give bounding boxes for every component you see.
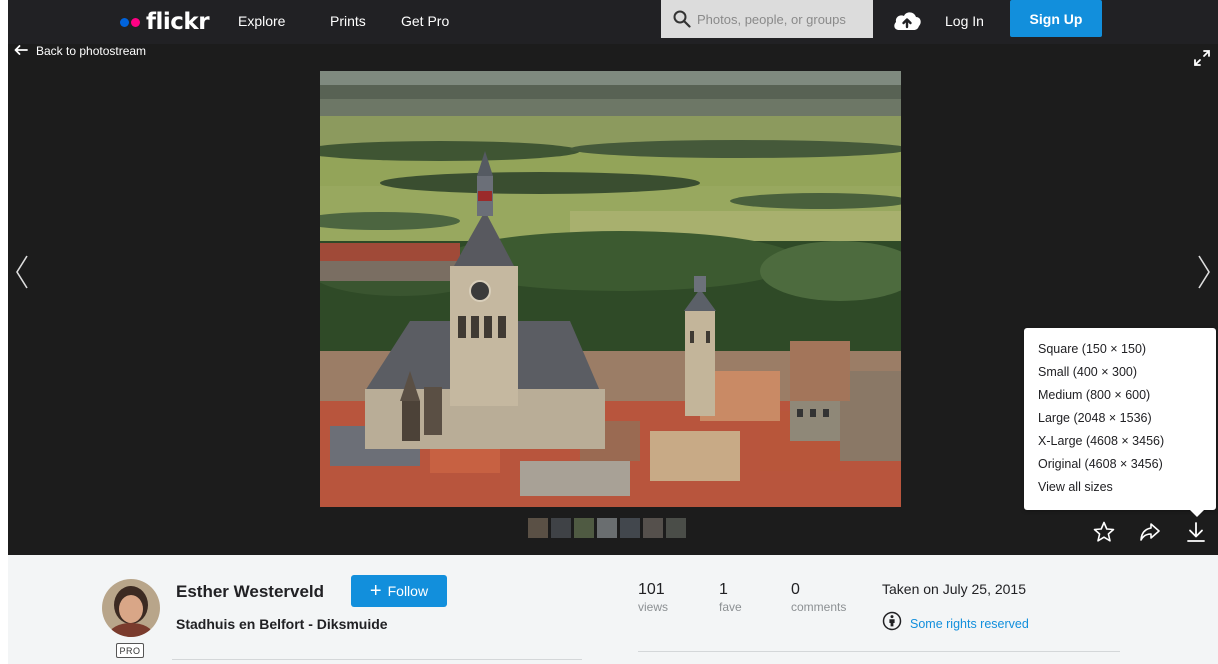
back-label: Back to photostream [36, 44, 147, 58]
logo-pink-dot [131, 17, 140, 27]
filmstrip-thumb[interactable] [666, 518, 686, 538]
logo-blue-dot [120, 17, 129, 27]
logo-wordmark: flickr [146, 9, 210, 35]
faves-label: fave [719, 600, 742, 614]
stat-comments: 0 comments [791, 581, 846, 614]
search-input[interactable] [697, 11, 857, 27]
main-photo[interactable] [320, 71, 901, 507]
login-link[interactable]: Log In [945, 13, 984, 29]
menu-caret [1190, 510, 1204, 517]
download-icon[interactable] [1184, 520, 1208, 544]
license-label: Some rights reserved [910, 616, 1029, 631]
filmstrip [528, 518, 686, 538]
back-to-photostream-link[interactable]: Back to photostream [14, 44, 146, 58]
download-size-menu: Square (150 × 150) Small (400 × 300) Med… [1024, 328, 1216, 517]
share-icon[interactable] [1138, 520, 1162, 544]
download-option-large[interactable]: Large (2048 × 1536) [1038, 410, 1216, 433]
divider [172, 659, 582, 660]
views-count: 101 [638, 581, 665, 598]
download-option-original[interactable]: Original (4608 × 3456) [1038, 456, 1216, 479]
follow-label: Follow [387, 583, 429, 599]
download-option-x-large[interactable]: X-Large (4608 × 3456) [1038, 433, 1216, 456]
chevron-left-icon[interactable] [14, 254, 30, 295]
flickr-logo[interactable]: flickr [120, 8, 210, 36]
top-navigation-bar: flickr Explore Prints Get Pro Log In Sig… [8, 0, 1218, 44]
photo-illustration [320, 71, 901, 507]
stat-faves: 1 fave [719, 581, 742, 614]
views-label: views [638, 600, 669, 614]
search-icon[interactable] [667, 0, 697, 38]
faves-count: 1 [719, 581, 728, 598]
chevron-right-icon[interactable] [1196, 254, 1212, 295]
filmstrip-thumb[interactable] [643, 518, 663, 538]
plus-icon: + [369, 580, 382, 602]
nav-get-pro[interactable]: Get Pro [401, 13, 449, 29]
filmstrip-thumb[interactable] [528, 518, 548, 538]
search-box[interactable] [661, 0, 873, 38]
filmstrip-thumb[interactable] [597, 518, 617, 538]
license-link[interactable]: Some rights reserved [882, 611, 1029, 636]
view-all-sizes-link[interactable]: View all sizes [1038, 479, 1216, 502]
nav-prints[interactable]: Prints [330, 13, 366, 29]
photo-actions [1092, 520, 1208, 544]
creative-commons-attribution-icon [882, 611, 902, 636]
filmstrip-thumb[interactable] [620, 518, 640, 538]
photo-title: Stadhuis en Belfort - Diksmuide [176, 616, 388, 632]
date-taken: Taken on July 25, 2015 [882, 581, 1026, 597]
star-icon[interactable] [1092, 520, 1116, 544]
comments-label: comments [791, 600, 847, 614]
stat-views: 101 views [638, 581, 668, 614]
follow-button[interactable]: + Follow [351, 575, 447, 607]
avatar[interactable] [102, 579, 160, 637]
pro-badge: PRO [116, 643, 144, 658]
photo-info-bar: PRO Esther Westerveld + Follow Stadhuis … [8, 555, 1218, 664]
upload-cloud-icon[interactable] [892, 10, 922, 37]
filmstrip-thumb[interactable] [551, 518, 571, 538]
nav-explore[interactable]: Explore [238, 13, 285, 29]
download-option-square[interactable]: Square (150 × 150) [1038, 341, 1216, 364]
flickr-photo-page: { "header": { "logo_text": "flickr", "lo… [0, 0, 1218, 664]
arrow-left-icon [14, 44, 28, 58]
download-option-medium[interactable]: Medium (800 × 600) [1038, 387, 1216, 410]
expand-icon[interactable] [1192, 48, 1212, 73]
download-option-small[interactable]: Small (400 × 300) [1038, 364, 1216, 387]
author-name[interactable]: Esther Westerveld [176, 582, 324, 602]
filmstrip-thumb[interactable] [574, 518, 594, 538]
comments-count: 0 [791, 581, 800, 598]
divider [638, 651, 1120, 652]
signup-button[interactable]: Sign Up [1010, 0, 1102, 37]
